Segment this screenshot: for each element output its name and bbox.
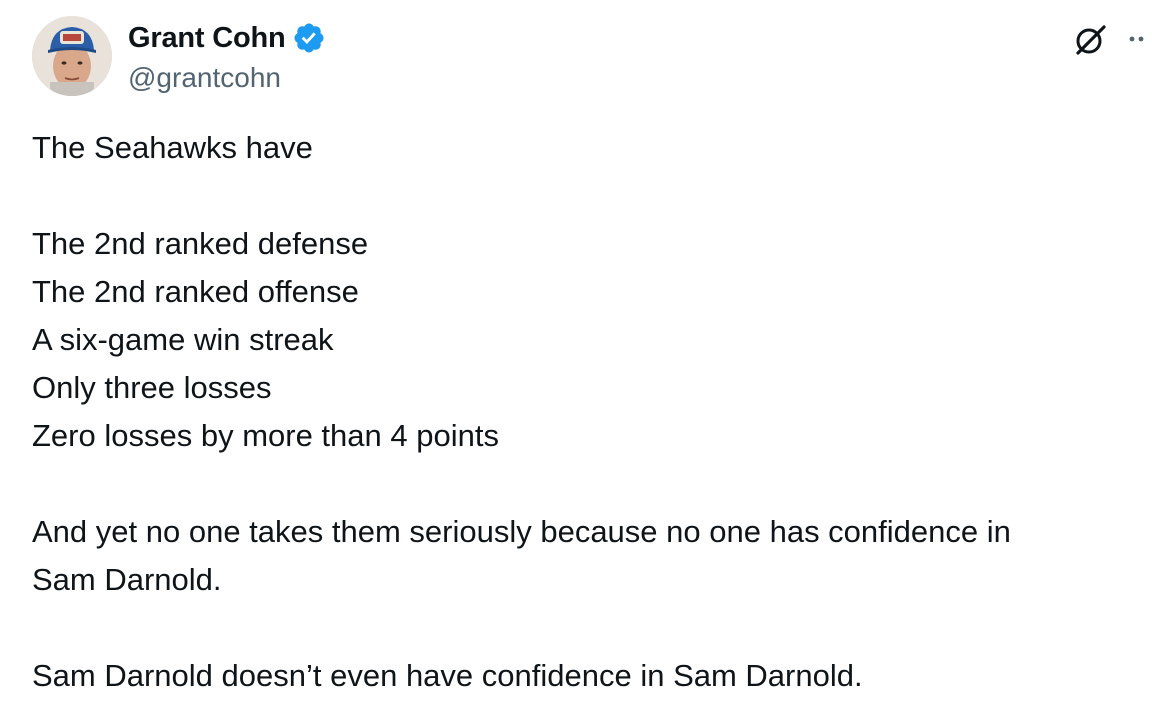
avatar[interactable] <box>32 16 112 96</box>
author-display-name[interactable]: Grant Cohn <box>128 22 286 55</box>
tweet-text: The Seahawks have The 2nd ranked defense… <box>32 124 1142 700</box>
tweet-list-line: The 2nd ranked defense <box>32 226 369 261</box>
tweet-list-line: A six-game win streak <box>32 322 334 357</box>
author-handle[interactable]: @grantcohn <box>128 58 281 98</box>
tweet-list-line: The 2nd ranked offense <box>32 274 359 309</box>
grok-icon[interactable] <box>1070 20 1110 60</box>
tweet-paragraph-line: And yet no one takes them seriously beca… <box>32 514 1011 549</box>
tweet-intro-line: The Seahawks have <box>32 130 313 165</box>
tweet-paragraph-line: Sam Darnold. <box>32 562 222 597</box>
tweet-list-line: Only three losses <box>32 370 272 405</box>
more-options-icon[interactable] <box>1126 24 1146 54</box>
author-name-row[interactable]: Grant Cohn <box>128 18 326 58</box>
tweet-card: Grant Cohn @grantcohn The Seahawks have … <box>0 0 1152 704</box>
tweet-list-line: Zero losses by more than 4 points <box>32 418 499 453</box>
avatar-photo-icon <box>32 16 112 96</box>
verified-badge-icon <box>292 21 326 55</box>
tweet-paragraph-line: Sam Darnold doesn’t even have confidence… <box>32 658 863 693</box>
